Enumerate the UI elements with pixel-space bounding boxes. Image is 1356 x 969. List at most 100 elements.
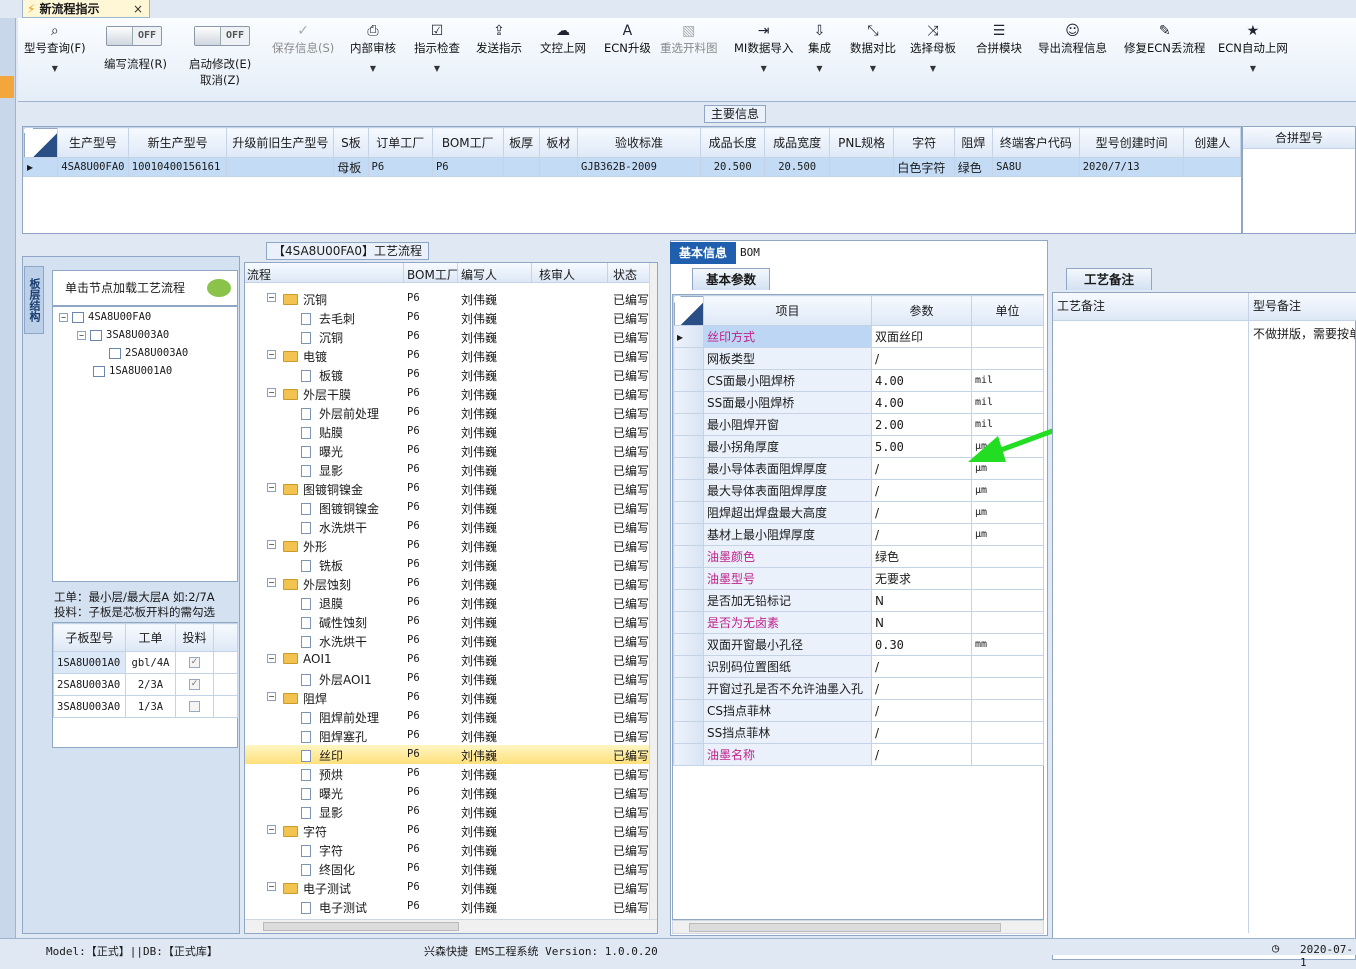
chevron-down-icon[interactable]: ▼ [1218,64,1288,73]
main-cell[interactable]: 20.500 [764,157,830,177]
process-row[interactable]: − 电子测试 P6 刘伟巍 已编写 [245,878,649,897]
main-col-header[interactable]: 成品长度 [699,127,766,158]
param-value[interactable]: / [871,677,972,700]
process-row[interactable]: 显影 P6 刘伟巍 已编写 [245,802,649,821]
process-col-header[interactable]: 编写人 [461,266,497,283]
process-row[interactable]: 电子测试 P6 刘伟巍 已编写 [245,897,649,916]
process-col-header[interactable]: BOM工厂 [407,266,459,283]
process-row[interactable]: 曝光 P6 刘伟巍 已编写 [245,441,649,460]
collapse-icon[interactable]: − [267,388,276,397]
param-value[interactable]: / [871,479,972,502]
collapse-icon[interactable]: − [267,483,276,492]
process-row[interactable]: 外层AOI1 P6 刘伟巍 已编写 [245,669,649,688]
process-row[interactable]: 图镀铜镍金 P6 刘伟巍 已编写 [245,498,649,517]
process-col-header[interactable]: 核审人 [539,266,575,283]
param-value[interactable]: 双面丝印 [871,325,972,348]
process-row[interactable]: 水洗烘干 P6 刘伟巍 已编写 [245,517,649,536]
process-row[interactable]: − 外形 P6 刘伟巍 已编写 [245,536,649,555]
param-value[interactable]: 无要求 [871,567,972,590]
toolbar-button-8[interactable]: ⇥ MI数据导入 ▼ [734,22,793,73]
main-col-header[interactable]: 终端客户代码 [992,127,1080,158]
model-remark-text[interactable]: 不做拼版，需要按单 [1253,325,1355,342]
table-row[interactable]: 基材上最小阻焊厚度 / μm [673,523,1044,546]
toolbar-button-2[interactable]: ⎙ 内部审核 ▼ [350,22,396,73]
toolbar-button-12[interactable]: ☰ 合拼模块 [976,22,1022,56]
main-col-header[interactable]: 创建人 [1183,127,1241,158]
process-row[interactable]: 字符 P6 刘伟巍 已编写 [245,840,649,859]
process-col-header[interactable]: 状态 [613,266,637,283]
collapse-icon[interactable]: − [267,825,276,834]
process-row[interactable]: 显影 P6 刘伟巍 已编写 [245,460,649,479]
table-row[interactable]: 阻焊超出焊盘最大高度 / μm [673,501,1044,524]
param-value[interactable]: / [871,347,972,370]
main-col-header[interactable]: 成品宽度 [764,127,830,158]
param-value[interactable]: N [871,611,972,634]
main-col-header[interactable]: 型号创建时间 [1078,127,1185,158]
param-value[interactable]: 绿色 [871,545,972,568]
table-row[interactable]: SS挡点菲林 / [673,721,1044,744]
tab-basic-params[interactable]: 基本参数 [692,268,770,290]
param-value[interactable]: 0.30 [871,633,972,656]
param-value[interactable]: / [871,699,972,722]
table-row[interactable]: 1SA8U001A0 gbl/4A ✓ [53,651,238,674]
param-value[interactable]: 4.00 [871,369,972,392]
toolbar-button-13[interactable]: ☺ 导出流程信息 [1038,22,1107,56]
sub-order-cell[interactable]: gbl/4A [125,651,176,674]
main-cell[interactable] [538,157,579,177]
main-col-header[interactable]: PNL规格 [828,127,895,158]
table-row[interactable]: 网板类型 / [673,347,1044,370]
collapse-icon[interactable]: − [267,578,276,587]
param-value[interactable]: / [871,457,972,480]
process-row[interactable]: − AOI1 P6 刘伟巍 已编写 [245,650,649,669]
collapse-icon[interactable]: − [267,882,276,891]
process-row[interactable]: − 电镀 P6 刘伟巍 已编写 [245,346,649,365]
process-row[interactable]: 去毛刺 P6 刘伟巍 已编写 [245,308,649,327]
toolbar-button-0[interactable]: ⌕ 型号查询(F) ▼ [24,22,86,73]
table-row[interactable]: 2SA8U003A0 2/3A ✓ [53,673,238,696]
main-cell[interactable]: 20.500 [699,157,766,177]
main-col-header[interactable]: 阻焊 [953,127,994,158]
tree-node[interactable]: 1SA8U001A0 [93,365,172,377]
feed-checkbox[interactable]: ✓ [189,679,200,690]
param-value[interactable]: 2.00 [871,413,972,436]
table-row[interactable]: 双面开窗最小孔径 0.30 mm [673,633,1044,656]
param-value[interactable]: / [871,655,972,678]
sub-feed-cell[interactable] [175,695,214,718]
main-col-header[interactable]: 验收标准 [577,127,701,158]
process-row[interactable]: − 外层干膜 P6 刘伟巍 已编写 [245,384,649,403]
sub-col-header[interactable]: 子板型号 [53,623,126,652]
board-structure-tab[interactable]: 板层结构 [24,266,44,334]
table-row[interactable]: 是否加无铅标记 N [673,589,1044,612]
param-col-header[interactable]: 单位 [971,295,1044,326]
feed-checkbox[interactable]: ✓ [189,657,200,668]
main-col-header[interactable]: 生产型号 [57,127,129,158]
sub-feed-cell[interactable]: ✓ [175,651,214,674]
param-value[interactable]: 4.00 [871,391,972,414]
table-row[interactable]: 识别码位置图纸 / [673,655,1044,678]
table-row[interactable]: 最大导体表面阻焊厚度 / μm [673,479,1044,502]
process-col-header[interactable]: 流程 [247,266,271,283]
process-row[interactable]: − 外层蚀刻 P6 刘伟巍 已编写 [245,574,649,593]
main-cell[interactable]: P6 [431,157,504,177]
main-cell[interactable]: 白色字符 [893,157,955,177]
toolbar-button-3[interactable]: ☑ 指示检查 ▼ [414,22,460,73]
main-cell[interactable]: SA8U [992,157,1080,177]
table-row[interactable]: CS挡点菲林 / [673,699,1044,722]
collapse-icon[interactable]: − [267,692,276,701]
main-col-header[interactable]: S板 [333,127,369,158]
tree-node[interactable]: 2SA8U003A0 [109,347,188,359]
param-col-header[interactable]: 项目 [703,295,872,326]
main-col-header[interactable]: 板材 [538,127,579,158]
table-row[interactable]: 油墨名称 / [673,743,1044,766]
toolbar-button-11[interactable]: ⤨ 选择母板 ▼ [910,22,956,73]
collapse-icon[interactable]: − [267,293,276,302]
main-col-header[interactable]: 新生产型号 [127,127,228,158]
toolbar-button-5[interactable]: ☁ 文控上网 [540,22,586,56]
process-row[interactable]: 板镀 P6 刘伟巍 已编写 [245,365,649,384]
process-row[interactable]: − 阻焊 P6 刘伟巍 已编写 [245,688,649,707]
feed-checkbox[interactable] [189,701,200,712]
tree-node[interactable]: −3SA8U003A0 [77,329,169,341]
toolbar-button-15[interactable]: ★ ECN自动上网 ▼ [1218,22,1288,73]
main-cell[interactable] [828,157,895,177]
process-row[interactable]: 外层前处理 P6 刘伟巍 已编写 [245,403,649,422]
